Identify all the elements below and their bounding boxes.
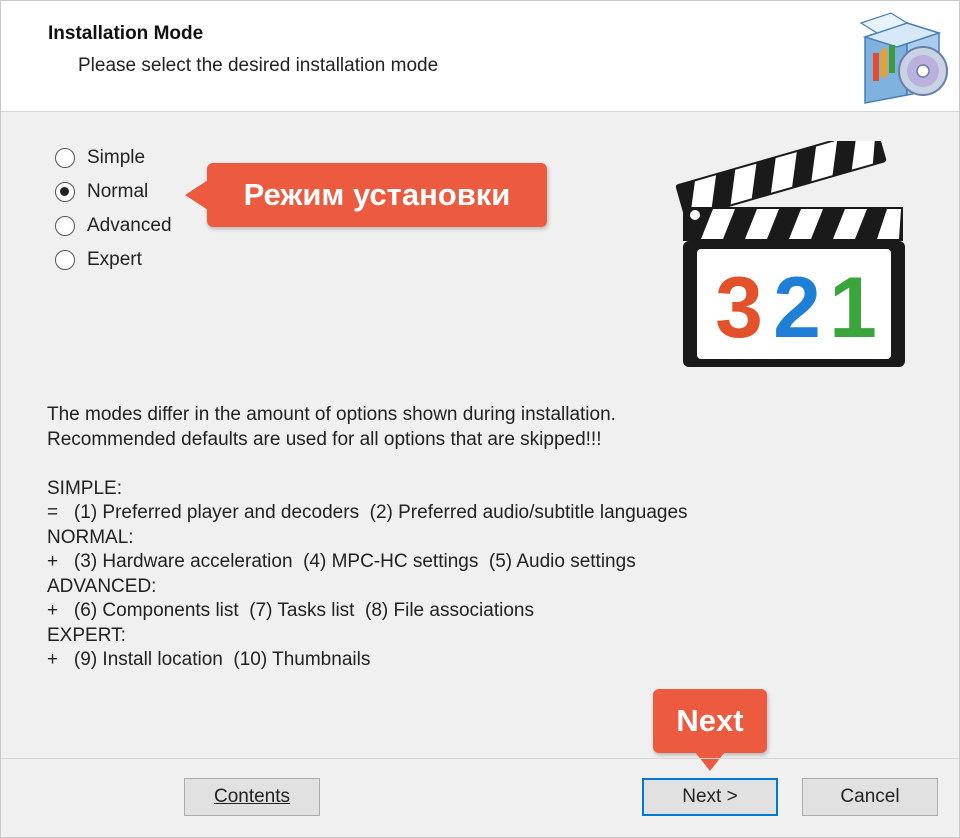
mode-option-label: Simple: [87, 147, 146, 168]
description-line: + (3) Hardware acceleration (4) MPC-HC s…: [47, 551, 636, 572]
installer-window: Installation Mode Please select the desi…: [0, 0, 960, 838]
description-line: = (1) Preferred player and decoders (2) …: [47, 502, 688, 523]
mode-option-advanced[interactable]: Advanced: [55, 209, 172, 243]
radio-button[interactable]: [55, 182, 75, 202]
description-line: SIMPLE:: [47, 477, 122, 499]
next-callout: Next: [653, 689, 767, 771]
logo-digit-2: 2: [773, 260, 821, 356]
cancel-button[interactable]: Cancel: [802, 778, 938, 816]
radio-button[interactable]: [55, 250, 75, 270]
radio-button[interactable]: [55, 216, 75, 236]
logo-digit-1: 1: [829, 260, 877, 356]
description-line: [47, 452, 688, 477]
mode-option-normal[interactable]: Normal: [55, 175, 172, 209]
mpc-clapperboard-logo: 3 2 1: [675, 141, 905, 367]
mode-option-label: Advanced: [87, 215, 172, 236]
mode-option-label: Expert: [87, 249, 142, 270]
next-button[interactable]: Next >: [642, 778, 778, 816]
description-line: NORMAL:: [47, 526, 134, 548]
description-line: ADVANCED:: [47, 575, 157, 597]
mode-callout: Режим установки: [185, 163, 547, 227]
install-box-icon: [859, 12, 948, 104]
description-line: + (9) Install location (10) Thumbnails: [47, 649, 371, 670]
description-line: Recommended defaults are used for all op…: [47, 428, 602, 450]
description-line: + (6) Components list (7) Tasks list (8)…: [47, 600, 534, 621]
logo-digit-3: 3: [715, 260, 763, 356]
mode-description: The modes differ in the amount of option…: [47, 403, 688, 673]
page-subtitle: Please select the desired installation m…: [78, 55, 439, 76]
mode-option-expert[interactable]: Expert: [55, 243, 172, 277]
footer-divider: [1, 758, 959, 759]
description-line: EXPERT:: [47, 624, 126, 646]
page-title: Installation Mode: [48, 23, 204, 44]
mode-radio-group: Simple Normal Advanced Expert: [55, 141, 172, 277]
mode-option-label: Normal: [87, 181, 149, 202]
contents-button[interactable]: Contents: [184, 778, 320, 816]
radio-button[interactable]: [55, 148, 75, 168]
mode-option-simple[interactable]: Simple: [55, 141, 172, 175]
description-line: The modes differ in the amount of option…: [47, 404, 616, 425]
header-panel: Installation Mode Please select the desi…: [1, 1, 959, 112]
